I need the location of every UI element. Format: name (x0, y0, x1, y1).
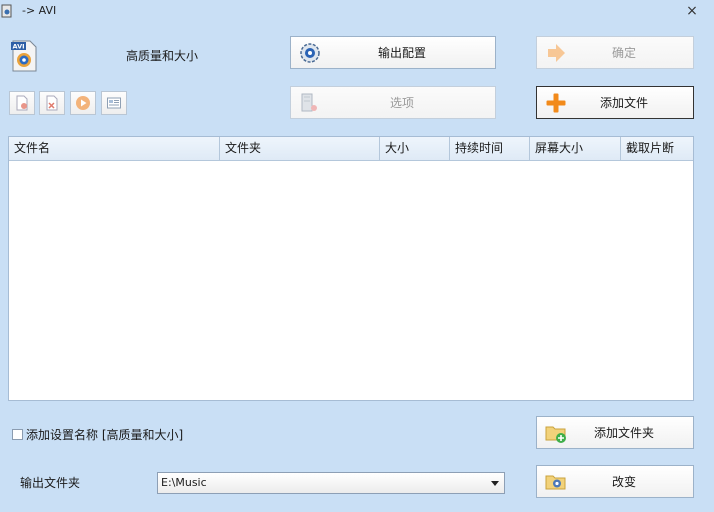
column-header-folder[interactable]: 文件夹 (220, 137, 380, 160)
output-folder-value: E:\Music (161, 476, 207, 489)
options-icon (301, 93, 317, 111)
dropdown-arrow-icon[interactable] (491, 481, 499, 486)
change-folder-button[interactable]: 改变 (536, 465, 694, 498)
remove-icon (16, 95, 28, 111)
column-header-screen-size[interactable]: 屏幕大小 (530, 137, 621, 160)
file-list-table[interactable]: 文件名 文件夹 大小 持续时间 屏幕大小 截取片断 (8, 136, 694, 401)
clear-list-button[interactable] (39, 91, 65, 115)
folder-settings-icon (545, 475, 566, 489)
column-header-duration[interactable]: 持续时间 (450, 137, 530, 160)
remove-file-button[interactable] (9, 91, 35, 115)
output-config-button[interactable]: 输出配置 (290, 36, 496, 69)
output-folder-label: 输出文件夹 (20, 476, 81, 490)
avi-file-icon: AVI (11, 40, 37, 72)
close-button[interactable]: × (684, 3, 700, 19)
output-config-label: 输出配置 (377, 46, 426, 60)
add-setting-name-label[interactable]: 添加设置名称 [高质量和大小] (26, 426, 183, 443)
media-info-button[interactable] (101, 91, 127, 115)
add-folder-button[interactable]: 添加文件夹 (536, 416, 694, 449)
options-button[interactable]: 选项 (290, 86, 496, 119)
play-button[interactable] (70, 91, 96, 115)
arrow-right-icon (548, 43, 565, 62)
column-header-filename[interactable]: 文件名 (9, 137, 220, 160)
table-header: 文件名 文件夹 大小 持续时间 屏幕大小 截取片断 (9, 137, 693, 161)
add-file-button[interactable]: 添加文件 (536, 86, 694, 119)
info-icon (107, 97, 121, 109)
profile-name: 高质量和大小 (126, 49, 199, 63)
options-label: 选项 (389, 96, 414, 110)
column-header-clip[interactable]: 截取片断 (621, 137, 693, 160)
plus-icon (546, 93, 566, 112)
column-header-size[interactable]: 大小 (380, 137, 450, 160)
add-folder-icon (545, 426, 566, 443)
output-folder-select[interactable]: E:\Music (157, 472, 505, 494)
play-icon (76, 96, 90, 110)
add-setting-name-checkbox[interactable] (12, 429, 23, 440)
title-bar: -> AVI × (0, 0, 714, 24)
settings-icon (300, 42, 320, 63)
clear-icon (46, 95, 58, 111)
app-icon (1, 4, 12, 18)
window-title: -> AVI (22, 4, 57, 17)
ok-button[interactable]: 确定 (536, 36, 694, 69)
svg-text:AVI: AVI (13, 43, 25, 51)
